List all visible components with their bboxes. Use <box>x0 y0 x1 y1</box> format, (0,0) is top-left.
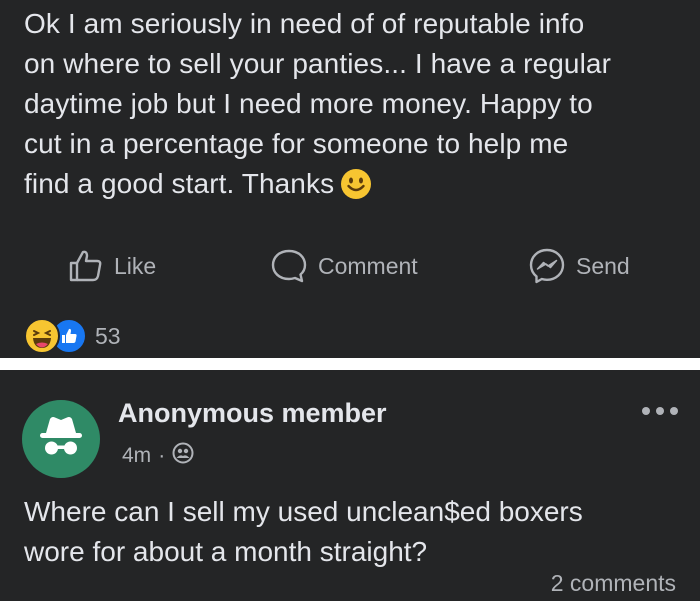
post-1-line: daytime job but I need more money. Happy… <box>24 88 593 119</box>
post-1-action-bar: Like Comment Send <box>0 246 700 286</box>
post-2-line: wore for about a month straight? <box>24 536 428 567</box>
smiley-emoji-icon <box>340 168 372 211</box>
group-privacy-icon <box>172 442 194 470</box>
post-1-line-last: find a good start. Thanks <box>24 164 674 211</box>
like-label: Like <box>114 252 157 279</box>
haha-reaction-icon <box>24 318 60 354</box>
more-options-button[interactable] <box>640 404 680 423</box>
post-1-line: Ok I am seriously in need of of reputabl… <box>24 8 585 39</box>
comments-count-link[interactable]: 2 comments <box>551 570 676 597</box>
avatar[interactable] <box>22 400 100 478</box>
anonymous-spy-icon <box>22 417 100 482</box>
post-meta: 4m · <box>122 442 194 470</box>
send-label: Send <box>576 252 630 279</box>
meta-separator: · <box>158 444 166 467</box>
comment-button[interactable]: Comment <box>270 246 418 286</box>
post-1-line: cut in a percentage for someone to help … <box>24 128 569 159</box>
post-2-line: Where can I sell my used unclean$ed boxe… <box>24 496 583 527</box>
author-name[interactable]: Anonymous member <box>118 398 387 429</box>
post-divider <box>0 358 700 370</box>
more-dots-icon <box>640 405 680 422</box>
comment-bubble-icon <box>270 248 308 284</box>
comment-label: Comment <box>318 252 418 279</box>
post-1: Ok I am seriously in need of of reputabl… <box>0 0 700 358</box>
like-button[interactable]: Like <box>68 246 156 286</box>
messenger-icon <box>528 247 566 285</box>
reactions-summary[interactable]: 53 <box>24 316 121 356</box>
thumbs-up-icon <box>68 248 104 284</box>
post-2: Anonymous member 4m · Where can I sell m… <box>0 370 700 601</box>
post-1-line: on where to sell your panties... I have … <box>24 48 612 79</box>
send-button[interactable]: Send <box>528 246 630 286</box>
post-time[interactable]: 4m <box>122 444 151 468</box>
post-2-body: Where can I sell my used unclean$ed boxe… <box>24 492 684 572</box>
post-1-line: find a good start. Thanks <box>24 168 335 199</box>
reaction-count: 53 <box>95 322 121 349</box>
post-1-body: Ok I am seriously in need of of reputabl… <box>24 4 674 211</box>
